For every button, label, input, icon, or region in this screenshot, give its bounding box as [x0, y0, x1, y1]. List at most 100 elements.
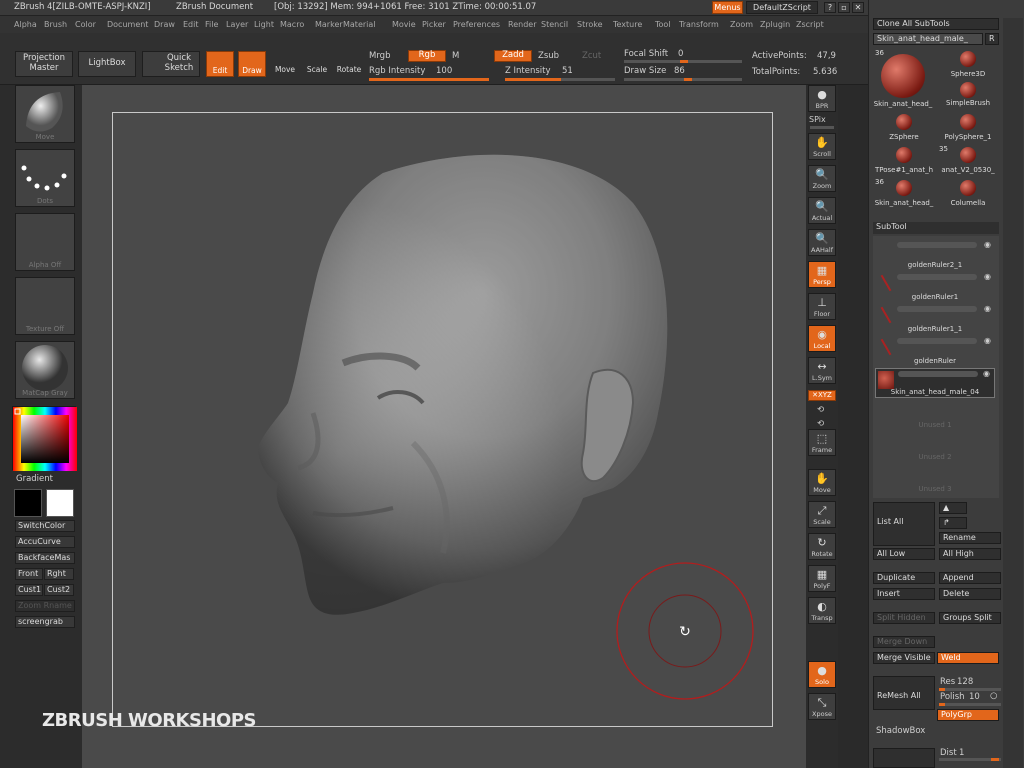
- view-zoom-button[interactable]: 🔍 Zoom: [808, 165, 836, 192]
- all-high-button[interactable]: All High: [939, 548, 1001, 560]
- tool-r-button[interactable]: R: [985, 33, 999, 45]
- menu-texture[interactable]: Texture: [613, 20, 642, 29]
- rotate-button[interactable]: Rotate: [335, 51, 363, 77]
- z-intensity-slider[interactable]: [505, 78, 615, 81]
- edit-button[interactable]: Edit: [206, 51, 234, 77]
- polish-slider[interactable]: [939, 703, 1001, 706]
- close-icon[interactable]: ✕: [852, 2, 864, 13]
- rename-button[interactable]: Rename: [939, 532, 1001, 544]
- subtool-item[interactable]: ◉ goldenRuler2_1: [875, 240, 995, 270]
- duplicate-button[interactable]: Duplicate: [873, 572, 935, 584]
- zadd-button[interactable]: Zadd: [494, 50, 532, 62]
- color-picker[interactable]: [12, 406, 77, 471]
- subtool-item[interactable]: ◉ goldenRuler1_1: [875, 304, 995, 334]
- move-up-icon[interactable]: ▲: [939, 502, 967, 514]
- primary-color-swatch[interactable]: [14, 489, 42, 517]
- cust2-button[interactable]: Cust2: [44, 584, 74, 596]
- merge-down-button[interactable]: Merge Down: [873, 636, 935, 648]
- move-button[interactable]: Move: [271, 51, 299, 77]
- eye-icon[interactable]: ◉: [984, 304, 991, 313]
- default-zscript-button[interactable]: DefaultZScript: [746, 1, 818, 14]
- menu-edit[interactable]: Edit: [183, 20, 199, 29]
- remesh-all-button[interactable]: ReMesh All: [873, 676, 935, 710]
- cust1-button[interactable]: Cust1: [15, 584, 43, 596]
- view-local-button[interactable]: ◉ Local: [808, 325, 836, 352]
- eye-icon[interactable]: ◉: [984, 272, 991, 281]
- menu-layer[interactable]: Layer: [226, 20, 248, 29]
- minimize-icon[interactable]: ▫: [838, 2, 850, 13]
- secondary-color-swatch[interactable]: [46, 489, 74, 517]
- tool-thumbnail[interactable]: 35 anat_V2_0530_: [937, 144, 999, 174]
- subtool-toggles[interactable]: [898, 371, 978, 377]
- menu-marker[interactable]: Marker: [315, 20, 343, 29]
- list-all-button[interactable]: List All: [873, 502, 935, 546]
- view-persp-button[interactable]: ▦ Persp: [808, 261, 836, 288]
- subtool-item[interactable]: Unused 3: [875, 464, 995, 494]
- view-lsym-button[interactable]: ↔ L.Sym: [808, 357, 836, 384]
- view-aahalf-button[interactable]: 🔍 AAHalf: [808, 229, 836, 256]
- right-button[interactable]: Rght: [44, 568, 74, 580]
- view-actual-button[interactable]: 🔍 Actual: [808, 197, 836, 224]
- backfacemask-button[interactable]: BackfaceMas: [15, 552, 75, 564]
- subtool-toggles[interactable]: [897, 274, 977, 280]
- texture-thumbnail[interactable]: Texture Off: [15, 277, 75, 335]
- polygrp-toggle[interactable]: PolyGrp: [937, 709, 999, 721]
- all-low-button[interactable]: All Low: [873, 548, 935, 560]
- menu-color[interactable]: Color: [75, 20, 96, 29]
- tool-thumbnail[interactable]: Sphere3D: [937, 48, 999, 78]
- menu-document[interactable]: Document: [107, 20, 148, 29]
- xyz-symmetry-toggle[interactable]: ✕XYZ: [808, 390, 836, 401]
- view-scale-button[interactable]: ⤢ Scale: [808, 501, 836, 528]
- m-button[interactable]: M: [452, 51, 459, 61]
- view-move-button[interactable]: ✋ Move: [808, 469, 836, 496]
- menu-transform[interactable]: Transform: [679, 20, 719, 29]
- tool-thumbnail[interactable]: ZSphere: [873, 111, 935, 141]
- subtool-item[interactable]: ◉ goldenRuler: [875, 336, 995, 366]
- zsub-button[interactable]: Zsub: [538, 51, 559, 61]
- view-solo-button[interactable]: ● Solo: [808, 661, 836, 688]
- subtool-toggles[interactable]: [897, 306, 977, 312]
- subtool-toggles[interactable]: [897, 338, 977, 344]
- view-xpose-button[interactable]: ⤡ Xpose: [808, 693, 836, 720]
- spix-label[interactable]: SPix: [809, 115, 826, 124]
- menu-tool[interactable]: Tool: [655, 20, 671, 29]
- mrgb-button[interactable]: Mrgb: [369, 51, 390, 61]
- accucurve-button[interactable]: AccuCurve: [15, 536, 75, 548]
- stroke-thumbnail[interactable]: Dots: [15, 149, 75, 207]
- zcut-button[interactable]: Zcut: [582, 51, 601, 61]
- subtool-header[interactable]: SubTool: [873, 222, 999, 234]
- eye-icon[interactable]: ◉: [984, 240, 991, 249]
- tool-thumbnail[interactable]: TPose#1_anat_h: [873, 144, 935, 174]
- view-floor-button[interactable]: ⊥ Floor: [808, 293, 836, 320]
- menu-preferences[interactable]: Preferences: [453, 20, 500, 29]
- shadowbox-toggle[interactable]: [873, 748, 935, 768]
- tool-thumbnail[interactable]: SimpleBrush: [937, 79, 999, 107]
- view-frame-button[interactable]: ⬚ Frame: [808, 429, 836, 456]
- zoom-rename-button[interactable]: Zoom Rname: [15, 600, 75, 612]
- clone-all-subtools-button[interactable]: Clone All SubTools: [873, 18, 999, 30]
- canvas-area[interactable]: ↻ ZBRUSH WORKSHOPS: [42, 85, 806, 768]
- quick-sketch-button[interactable]: Quick Sketch: [142, 51, 200, 77]
- switchcolor-button[interactable]: SwitchColor: [15, 520, 75, 532]
- rgb-button[interactable]: Rgb: [408, 50, 446, 62]
- rotate-y-icon[interactable]: ⟲: [817, 419, 824, 429]
- menu-movie[interactable]: Movie: [392, 20, 416, 29]
- split-hidden-button[interactable]: Split Hidden: [873, 612, 935, 624]
- menu-stencil[interactable]: Stencil: [541, 20, 568, 29]
- subtool-item[interactable]: ◉ Skin_anat_head_male_04: [875, 368, 995, 398]
- subtool-item[interactable]: ◉ goldenRuler1: [875, 272, 995, 302]
- menu-draw[interactable]: Draw: [154, 20, 175, 29]
- rgb-intensity-slider[interactable]: [369, 78, 489, 81]
- eye-icon[interactable]: ◉: [983, 369, 990, 378]
- menu-zplugin[interactable]: Zplugin: [760, 20, 790, 29]
- view-polyf-button[interactable]: ▦ PolyF: [808, 565, 836, 592]
- polish-circle-icon[interactable]: ○: [990, 691, 997, 701]
- subtool-item[interactable]: Unused 1: [875, 400, 995, 430]
- menu-zoom[interactable]: Zoom: [730, 20, 753, 29]
- subtool-toggles[interactable]: [897, 242, 977, 248]
- subtool-item[interactable]: Unused 2: [875, 432, 995, 462]
- dist-slider[interactable]: [939, 758, 1001, 761]
- tool-thumbnail[interactable]: 36 Skin_anat_head_: [873, 177, 935, 207]
- panel-scrollbar[interactable]: [1003, 18, 1023, 768]
- menu-render[interactable]: Render: [508, 20, 536, 29]
